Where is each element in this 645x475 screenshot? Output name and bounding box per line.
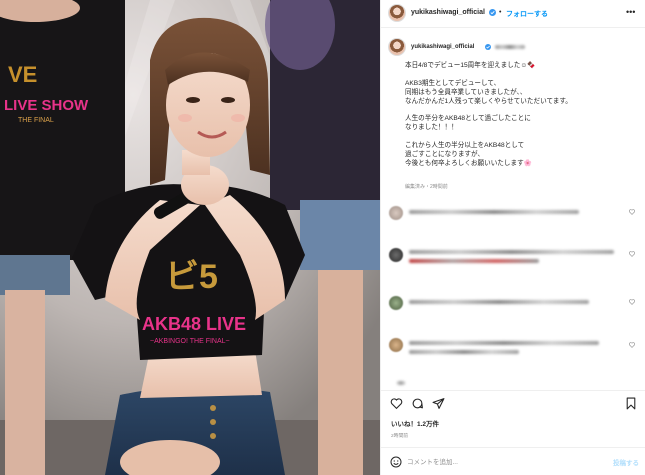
verified-icon: [485, 44, 491, 50]
caption-line: 人生の半分をAKB48として過ごしたことに: [405, 115, 531, 123]
bookmark-icon[interactable]: [625, 397, 637, 410]
caption-text: 本日4/8でデビュー15周年を迎えました☺︎🍫 AKB3期生としてデビューして、…: [405, 62, 640, 169]
share-icon[interactable]: [432, 397, 445, 410]
like-count[interactable]: いいね！1.2万件: [391, 418, 439, 428]
svg-text:VE: VE: [8, 62, 37, 87]
caption-meta: 編集済み・2時間前: [405, 184, 448, 190]
comment-bar: 投稿する: [381, 447, 645, 475]
post-header: yukikashiwagi_official • フォローする •••: [381, 0, 645, 28]
caption-line: なりました！！！: [405, 124, 458, 132]
avatar[interactable]: [389, 338, 403, 352]
heart-icon[interactable]: [629, 251, 635, 257]
action-bar: [381, 390, 645, 414]
caption-avatar[interactable]: [388, 38, 406, 56]
follow-button[interactable]: フォローする: [506, 9, 548, 19]
post-photo[interactable]: VE LIVE SHOW THE FINAL ビ5 AKB48 LIVE ~AK…: [0, 0, 380, 475]
main-shirt-sub: ~AKBINGO! THE FINAL~: [150, 338, 230, 345]
left-shirt-text: LIVE SHOW: [4, 97, 89, 114]
caption-line: これから人生の半分以上をAKB48として: [405, 142, 525, 150]
caption-gap: [405, 71, 640, 80]
verified-icon: [489, 9, 496, 16]
comment-text-blur: [409, 300, 589, 304]
comment-text-blur: [409, 259, 539, 263]
svg-text:ビ5: ビ5: [165, 258, 218, 296]
comment-icon[interactable]: [411, 397, 424, 410]
more-icon[interactable]: •••: [626, 7, 635, 17]
heart-icon[interactable]: [629, 342, 635, 348]
caption-line: 本日4/8でデビュー15周年を迎えました☺︎🍫: [405, 62, 536, 69]
main-shirt-text: AKB48 LIVE: [142, 314, 246, 334]
avatar[interactable]: [389, 296, 403, 310]
avatar[interactable]: [389, 248, 403, 262]
caption-line: AKB3期生としてデビューして、: [405, 79, 501, 87]
caption-line: 今後とも何卒よろしくお願いいたします🌸: [405, 159, 532, 167]
caption-header-blur: [495, 45, 525, 49]
heart-icon[interactable]: [629, 209, 635, 215]
comment-text-blur: [409, 210, 579, 214]
caption-line: なんだかんだ1人残って楽しくやらせていただいてます。: [405, 97, 572, 105]
caption-line: 同期はもう全員卒業していきましたが、、: [405, 88, 527, 96]
comment-input[interactable]: [407, 456, 597, 468]
comment-text-blur: [397, 381, 405, 385]
post-side-panel: yukikashiwagi_official • フォローする ••• yuki…: [380, 0, 645, 475]
left-shirt-sub: THE FINAL: [18, 117, 54, 124]
avatar[interactable]: [388, 4, 406, 22]
header-dot: •: [499, 9, 502, 16]
comment-text-blur: [409, 350, 519, 354]
heart-icon[interactable]: [629, 299, 635, 305]
heart-icon[interactable]: [390, 397, 403, 410]
caption-line: 過ごすことになりますが、: [405, 151, 485, 159]
emoji-icon[interactable]: [390, 456, 402, 468]
photo-illustration: VE LIVE SHOW THE FINAL ビ5 AKB48 LIVE ~AK…: [0, 0, 380, 475]
caption-username[interactable]: yukikashiwagi_official: [411, 44, 474, 50]
comment-text-blur: [409, 341, 599, 345]
avatar[interactable]: [389, 206, 403, 220]
comment-text-blur: [409, 250, 614, 254]
caption-gap: [405, 133, 640, 142]
header-username[interactable]: yukikashiwagi_official: [411, 9, 485, 16]
post-timestamp: 2時間前: [391, 434, 409, 439]
post-comment-button[interactable]: 投稿する: [613, 457, 639, 467]
